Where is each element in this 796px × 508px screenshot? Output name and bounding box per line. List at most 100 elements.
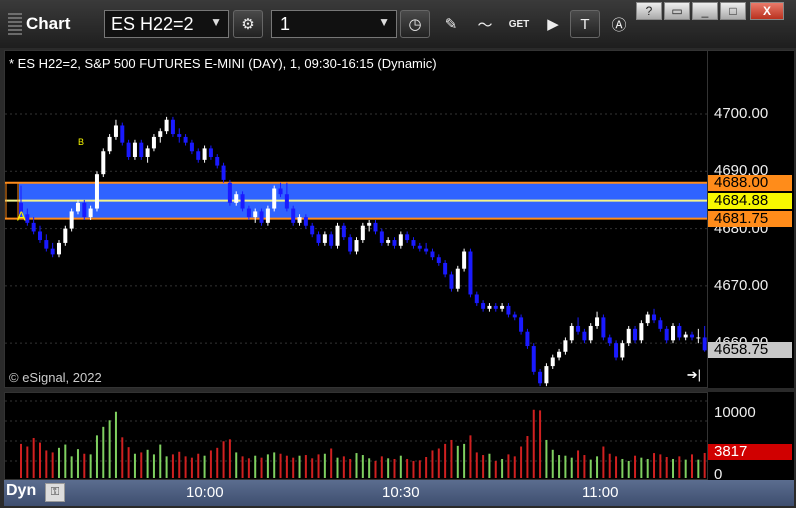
symbol-input[interactable]: ES H22=2 ▼ [104, 10, 229, 38]
help-button[interactable]: ? [636, 2, 662, 20]
price-tick: 4700.00 [714, 105, 769, 123]
volume-pane[interactable] [4, 392, 708, 480]
candle-body [550, 357, 555, 367]
candle-body [633, 328, 638, 341]
interval-dropdown-icon[interactable]: ▼ [378, 15, 390, 29]
dynamic-lock-icon[interactable]: ⚿ [45, 483, 65, 502]
scroll-to-end-icon[interactable]: ➔| [687, 367, 701, 383]
app-title-label: Chart [26, 14, 71, 33]
candle-body [69, 211, 74, 229]
candle-body [455, 268, 460, 289]
candle-body [405, 234, 410, 241]
candle-body [132, 142, 137, 157]
app-title[interactable]: Chart [8, 13, 70, 35]
alert-button[interactable]: Ⓐ [604, 10, 634, 38]
candle-body [386, 240, 391, 243]
candle-body [354, 240, 359, 252]
price-axis[interactable]: 4700.004690.004680.004670.004660.00 4688… [708, 50, 794, 388]
candle-body [360, 225, 365, 241]
text-icon: T [580, 15, 590, 33]
candle-body [588, 325, 593, 341]
candle-body [113, 125, 118, 137]
time-template-button[interactable]: ◷ [400, 10, 430, 38]
candle-body [94, 174, 99, 209]
candle-body [101, 151, 106, 175]
minimize-icon: _ [701, 4, 709, 18]
candle-body [291, 208, 296, 223]
candle-body [75, 202, 80, 212]
text-tool-button[interactable]: T [570, 10, 600, 38]
candle-body [107, 136, 112, 152]
candle-body [37, 231, 42, 241]
symbol-value: ES H22=2 [111, 14, 194, 34]
candle-body [196, 151, 201, 160]
maximize-button[interactable]: □ [720, 2, 746, 20]
clock-icon: ◷ [408, 16, 422, 33]
candle-body [474, 294, 479, 304]
draw-tool-button[interactable]: ✎ [436, 10, 466, 38]
candle-body [31, 222, 36, 232]
candle-body [417, 245, 422, 249]
interval-input[interactable]: 1 ▼ [271, 10, 397, 38]
price-pane[interactable]: AB * ES H22=2, S&P 500 FUTURES E-MINI (D… [4, 50, 708, 388]
candle-body [696, 337, 701, 339]
candle-body [430, 251, 435, 258]
close-button[interactable]: X [750, 2, 784, 20]
candle-body [316, 234, 321, 243]
candle-body [645, 314, 650, 324]
candle-body [379, 231, 384, 243]
candle-body [278, 188, 283, 195]
candle-body [335, 225, 340, 246]
studies-button[interactable]: 〜 [470, 10, 500, 38]
candle-body [614, 343, 619, 358]
candle-body [373, 222, 378, 232]
candle-body [658, 320, 663, 329]
play-icon: ▶ [547, 16, 559, 33]
candle-body [63, 228, 68, 243]
candle-body [234, 194, 239, 203]
candle-body [576, 325, 581, 332]
candle-body [500, 305, 505, 309]
price-tick: 4670.00 [714, 276, 769, 294]
candle-body [626, 328, 631, 344]
candle-body [329, 234, 334, 246]
candle-body [25, 214, 30, 223]
candle-body [151, 136, 156, 149]
candle-body [512, 314, 517, 318]
candle-body [240, 194, 245, 209]
marker-a: A [17, 209, 26, 224]
candle-body [607, 337, 612, 344]
candle-body [563, 340, 568, 352]
candle-body [620, 343, 625, 358]
candle-body [690, 334, 695, 338]
candle-body [601, 317, 606, 338]
dyn-label[interactable]: Dyn [6, 482, 36, 500]
candle-body [639, 323, 644, 341]
candle-body [544, 366, 549, 384]
volume-chart [5, 400, 707, 478]
candle-body [341, 225, 346, 238]
candle-body [303, 217, 308, 226]
candle-body [424, 248, 429, 252]
play-button[interactable]: ▶ [538, 10, 568, 38]
grip-icon[interactable] [8, 13, 22, 35]
candle-body [208, 148, 213, 157]
candle-body [652, 314, 657, 321]
candle-body [683, 334, 688, 338]
restore-button[interactable]: ▭ [664, 2, 690, 20]
symbol-settings-button[interactable]: ⚙ [233, 10, 263, 38]
get-button[interactable]: GET [504, 10, 534, 38]
time-axis[interactable]: Dyn ⚿ 10:00 10:30 11:00 [4, 480, 794, 506]
volume-last-label: 3817 [708, 444, 792, 460]
copyright-text: © eSignal, 2022 [9, 370, 102, 385]
title-bar: Chart ES H22=2 ▼ ⚙ 1 ▼ ◷ ✎ 〜 GET ▶ T Ⓐ ?… [0, 0, 796, 48]
symbol-dropdown-icon[interactable]: ▼ [210, 15, 222, 29]
candle-body [664, 328, 669, 341]
candle-body [56, 242, 61, 255]
candle-body [481, 303, 486, 309]
minimize-button[interactable]: _ [692, 2, 718, 20]
band-lower-label: 4681.75 [708, 210, 792, 227]
candle-body [519, 317, 524, 332]
candle-body [215, 156, 220, 166]
candle-body [126, 142, 131, 157]
